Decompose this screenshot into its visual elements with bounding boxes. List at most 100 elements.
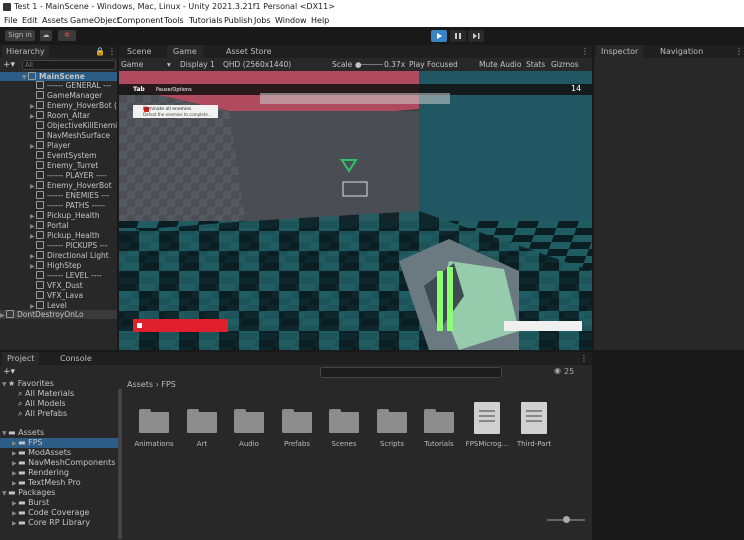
hierarchy-search-input[interactable]: [22, 60, 116, 70]
packages-header[interactable]: ▼▬ Packages: [2, 488, 55, 498]
pause-button[interactable]: [450, 30, 466, 42]
fav-prefabs[interactable]: ⌕ All Prefabs: [18, 409, 67, 419]
hierarchy-item[interactable]: ------ PATHS -----: [0, 201, 105, 210]
collab-icon[interactable]: ✲: [58, 30, 76, 41]
more-menu-icon[interactable]: ⋮: [108, 45, 116, 58]
favorites-header[interactable]: ▼★ Favorites: [2, 379, 54, 389]
fav-materials[interactable]: ⌕ All Materials: [18, 389, 74, 399]
scene-row[interactable]: ▼ MainScene: [0, 72, 117, 81]
fav-models[interactable]: ⌕ All Models: [18, 399, 66, 409]
cloud-icon[interactable]: ☁: [40, 30, 52, 41]
hierarchy-item[interactable]: ▶ Directional Light: [0, 251, 109, 260]
hierarchy-item[interactable]: VFX_Lava: [0, 291, 83, 300]
breadcrumb-assets[interactable]: Assets: [127, 380, 153, 389]
hierarchy-item[interactable]: ▶ Enemy_HoverBot: [0, 181, 112, 190]
more-menu-icon[interactable]: ⋮: [735, 45, 743, 58]
folder-icon[interactable]: [282, 407, 312, 433]
package-burst[interactable]: ▶▬ Burst: [12, 498, 49, 508]
more-menu-icon[interactable]: ⋮: [581, 45, 589, 58]
mute-audio-toggle[interactable]: Mute Audio: [479, 58, 521, 71]
tab-game[interactable]: Game: [167, 45, 203, 58]
hierarchy-item[interactable]: NavMeshSurface: [0, 131, 110, 140]
menu-tutorials[interactable]: Tutorials: [189, 14, 223, 27]
hierarchy-item[interactable]: EventSystem: [0, 151, 96, 160]
hierarchy-item[interactable]: ------ GENERAL ---: [0, 81, 111, 90]
package-codecoverage[interactable]: ▶▬ Code Coverage: [12, 508, 89, 518]
menu-component[interactable]: Component: [117, 14, 163, 27]
hierarchy-item[interactable]: ▶ Player: [0, 141, 70, 150]
folder-textmeshpro[interactable]: ▶▬ TextMesh Pro: [12, 478, 81, 488]
folder-fps[interactable]: ▶▬ FPS: [0, 438, 118, 448]
folder-navmesh[interactable]: ▶▬ NavMeshComponents: [12, 458, 115, 468]
hierarchy-item[interactable]: ------ LEVEL ----: [0, 271, 102, 280]
hierarchy-item[interactable]: ▶ Portal: [0, 221, 69, 230]
document-icon[interactable]: [521, 402, 547, 434]
resolution-dropdown[interactable]: QHD (2560x1440): [223, 58, 291, 71]
stats-toggle[interactable]: Stats: [526, 58, 545, 71]
menu-jobs[interactable]: Jobs: [254, 14, 271, 27]
icon-size-thumb[interactable]: [563, 516, 570, 523]
tab-hierarchy[interactable]: Hierarchy: [2, 45, 49, 58]
menu-tools[interactable]: Tools: [164, 14, 184, 27]
dontdestroy-row[interactable]: ▶ DontDestroyOnLo: [0, 310, 117, 319]
unity-scene-icon: [6, 310, 14, 318]
package-corerp[interactable]: ▶▬ Core RP Library: [12, 518, 90, 528]
scale-thumb-icon[interactable]: ●: [355, 58, 362, 71]
gameobject-icon: [36, 291, 44, 299]
menu-edit[interactable]: Edit: [22, 14, 38, 27]
hierarchy-item[interactable]: GameManager: [0, 91, 102, 100]
step-button[interactable]: [468, 30, 484, 42]
tab-asset-store[interactable]: Asset Store: [222, 45, 276, 58]
tree-scrollbar[interactable]: [118, 389, 122, 539]
breadcrumb-fps[interactable]: FPS: [161, 380, 176, 389]
menu-window[interactable]: Window: [275, 14, 307, 27]
folder-icon[interactable]: [234, 407, 264, 433]
folder-icon[interactable]: [187, 407, 217, 433]
lock-icon[interactable]: 🔒: [95, 45, 105, 58]
folder-icon[interactable]: [424, 407, 454, 433]
display-dropdown[interactable]: Display 1: [180, 58, 215, 71]
menu-publish[interactable]: Publish: [224, 14, 253, 27]
tab-inspector[interactable]: Inspector: [596, 45, 644, 58]
tab-scene[interactable]: Scene: [123, 45, 155, 58]
project-search-input[interactable]: [320, 367, 502, 378]
tab-console[interactable]: Console: [56, 352, 96, 365]
menu-file[interactable]: File: [4, 14, 17, 27]
hierarchy-item[interactable]: Enemy_Turret: [0, 161, 98, 170]
eye-icon[interactable]: ◉: [554, 366, 561, 375]
folder-rendering[interactable]: ▶▬ Rendering: [12, 468, 69, 478]
menu-gameobject[interactable]: GameObject: [70, 14, 120, 27]
compass-bar: [260, 93, 450, 104]
hierarchy-item[interactable]: ------ PLAYER ----: [0, 171, 107, 180]
folder-icon[interactable]: [329, 407, 359, 433]
hierarchy-item[interactable]: ------ ENEMIES ---: [0, 191, 109, 200]
hierarchy-item[interactable]: ▶ Room_Altar: [0, 111, 90, 120]
hierarchy-item[interactable]: ------ PICKUPS ---: [0, 241, 108, 250]
hierarchy-item-label: ObjectiveKillEnemi: [47, 121, 118, 130]
hierarchy-item[interactable]: ▶ HighStep: [0, 261, 81, 270]
folder-icon[interactable]: [139, 407, 169, 433]
menu-assets[interactable]: Assets: [42, 14, 68, 27]
play-button[interactable]: [431, 30, 447, 42]
hierarchy-item[interactable]: ▶ Enemy_HoverBot (: [0, 101, 117, 110]
document-icon[interactable]: [474, 402, 500, 434]
hierarchy-item[interactable]: ▶ Level: [0, 301, 67, 310]
folder-modassets[interactable]: ▶▬ ModAssets: [12, 448, 71, 458]
hierarchy-item[interactable]: ▶ Pickup_Health: [0, 211, 100, 220]
tab-project[interactable]: Project: [2, 352, 40, 365]
more-menu-icon[interactable]: ⋮: [580, 352, 588, 365]
assets-header[interactable]: ▼▬ Assets: [2, 428, 44, 438]
signin-button[interactable]: Sign in: [5, 30, 35, 41]
menu-help[interactable]: Help: [311, 14, 329, 27]
gizmos-dropdown[interactable]: Gizmos: [551, 58, 579, 71]
play-focused-dropdown[interactable]: Play Focused: [409, 58, 458, 71]
add-object-button[interactable]: +▾: [3, 60, 17, 70]
hierarchy-item[interactable]: ObjectiveKillEnemi: [0, 121, 117, 130]
display-mode-dropdown[interactable]: Game: [121, 58, 143, 71]
folder-icon[interactable]: [377, 407, 407, 433]
create-asset-button[interactable]: +▾: [3, 367, 15, 377]
tab-navigation[interactable]: Navigation: [656, 45, 707, 58]
hierarchy-item-label: NavMeshSurface: [47, 131, 110, 140]
hierarchy-item[interactable]: VFX_Dust: [0, 281, 83, 290]
hierarchy-item[interactable]: ▶ Pickup_Health: [0, 231, 100, 240]
